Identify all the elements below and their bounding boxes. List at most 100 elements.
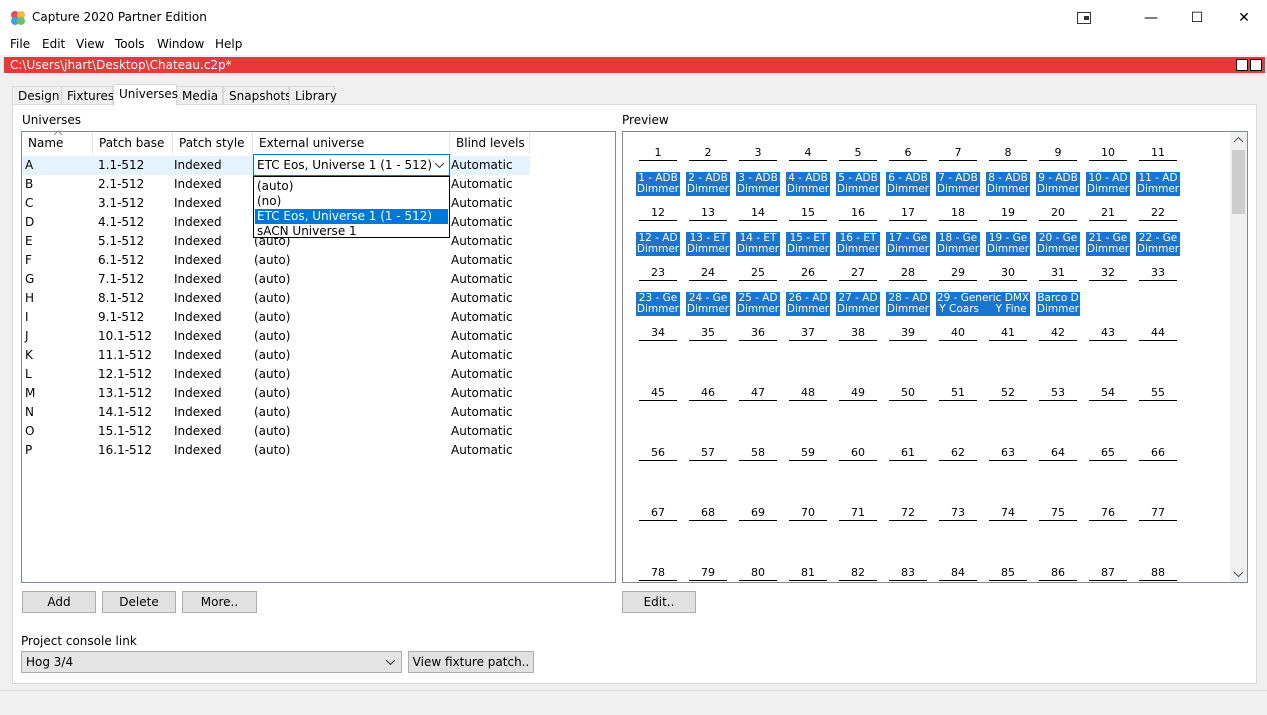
fixture-block[interactable]: 13 - ET Dimmer — [686, 232, 730, 256]
fixture-block[interactable]: 11 - AD Dimmer — [1136, 172, 1180, 196]
fixture-type: Dimmer — [886, 243, 930, 255]
menu-edit[interactable]: Edit — [42, 37, 65, 51]
table-row[interactable]: N 14.1-512 Indexed (auto) Automatic — [22, 403, 530, 422]
menu-tools[interactable]: Tools — [115, 37, 145, 51]
scroll-up-icon[interactable] — [1234, 137, 1243, 142]
fixture-block[interactable]: 10 - AD Dimmer — [1086, 172, 1130, 196]
fixture-block[interactable]: 15 - ET Dimmer — [786, 232, 830, 256]
fixture-block[interactable]: 22 - Ge Dimmer — [1136, 232, 1180, 256]
close-button[interactable]: ✕ — [1221, 0, 1267, 36]
cell-external-universe: (auto) — [254, 329, 291, 343]
fixture-block[interactable]: 20 - Ge Dimmer — [1036, 232, 1080, 256]
fixture-block[interactable]: 12 - AD Dimmer — [636, 232, 680, 256]
fixture-block[interactable]: 25 - AD Dimmer — [736, 292, 780, 316]
fixture-block[interactable]: 6 - ADB Dimmer — [886, 172, 930, 196]
view-fixture-patch-button[interactable]: View fixture patch.. — [408, 651, 534, 673]
fixture-type: Dimmer — [786, 183, 830, 195]
fixture-block[interactable]: 2 - ADB Dimmer — [686, 172, 730, 196]
table-row[interactable]: J 10.1-512 Indexed (auto) Automatic — [22, 327, 530, 346]
cell-patch-style: Indexed — [174, 291, 222, 305]
menu-view[interactable]: View — [76, 37, 104, 51]
column-header-blind-levels[interactable]: Blind levels — [450, 132, 530, 154]
option-auto[interactable]: (auto) — [255, 179, 448, 194]
menu-window[interactable]: Window — [157, 37, 204, 51]
add-button[interactable]: Add — [22, 591, 96, 613]
fixture-block[interactable]: 17 - Ge Dimmer — [886, 232, 930, 256]
cell-blind-levels: Automatic — [451, 234, 513, 248]
fixture-block[interactable]: 4 - ADB Dimmer — [786, 172, 830, 196]
table-row[interactable]: G 7.1-512 Indexed (auto) Automatic — [22, 270, 530, 289]
column-header-patch-base[interactable]: Patch base — [93, 132, 173, 154]
cell-name: G — [25, 272, 35, 286]
more-button[interactable]: More.. — [182, 591, 257, 613]
table-row[interactable]: M 13.1-512 Indexed (auto) Automatic — [22, 384, 530, 403]
fixture-block[interactable]: 5 - ADB Dimmer — [836, 172, 880, 196]
menu-help[interactable]: Help — [215, 37, 242, 51]
external-universe-options: (auto) (no) ETC Eos, Universe 1 (1 - 512… — [253, 176, 450, 238]
column-header-patch-style[interactable]: Patch style — [173, 132, 253, 154]
fixture-block[interactable]: 23 - Ge Dimmer — [636, 292, 680, 316]
table-row[interactable]: P 16.1-512 Indexed (auto) Automatic — [22, 441, 530, 460]
fixture-block[interactable]: 19 - Ge Dimmer — [986, 232, 1030, 256]
fixture-block[interactable]: 26 - AD Dimmer — [786, 292, 830, 316]
fixture-block[interactable]: 16 - ET Dimmer — [836, 232, 880, 256]
table-row[interactable]: O 15.1-512 Indexed (auto) Automatic — [22, 422, 530, 441]
fixture-block[interactable]: 7 - ADB Dimmer — [936, 172, 980, 196]
cell-external-universe: (auto) — [254, 405, 291, 419]
fixture-block[interactable]: 24 - Ge Dimmer — [686, 292, 730, 316]
cell-external-universe: (auto) — [254, 424, 291, 438]
table-row[interactable]: F 6.1-512 Indexed (auto) Automatic — [22, 251, 530, 270]
tab-snapshots[interactable]: Snapshots — [223, 86, 291, 105]
fixture-block[interactable]: 9 - ADB Dimmer — [1036, 172, 1080, 196]
external-universe-select[interactable]: ETC Eos, Universe 1 (1 - 512) — [253, 154, 450, 176]
fixture-type: Dimmer — [736, 243, 780, 255]
cell-name: E — [25, 234, 33, 248]
eject-icon[interactable] — [1250, 59, 1262, 71]
cell-patch-base: 11.1-512 — [98, 348, 152, 362]
tab-library[interactable]: Library — [289, 86, 337, 105]
pin-icon[interactable] — [1236, 59, 1248, 71]
cell-external-universe: (auto) — [254, 386, 291, 400]
maximize-button[interactable]: ☐ — [1174, 0, 1220, 36]
fixture-block[interactable]: 28 - AD Dimmer — [886, 292, 930, 316]
table-row[interactable]: K 11.1-512 Indexed (auto) Automatic — [22, 346, 530, 365]
fixture-type: Dimmer — [936, 183, 980, 195]
tab-fixtures[interactable]: Fixtures — [61, 86, 114, 105]
column-header-name[interactable]: Name — [22, 130, 93, 154]
fixture-type: Dimmer — [686, 303, 730, 315]
scrollbar-thumb[interactable] — [1232, 150, 1245, 214]
channel-number: 1 — [639, 147, 677, 161]
fixture-type: Dimmer — [1136, 243, 1180, 255]
tab-design[interactable]: Design — [12, 86, 62, 105]
option-etc-eos-universe-1[interactable]: ETC Eos, Universe 1 (1 - 512) — [255, 209, 448, 224]
option-sacn-universe-1[interactable]: sACN Universe 1 — [255, 224, 448, 239]
scroll-down-icon[interactable] — [1234, 572, 1243, 577]
menu-file[interactable]: File — [10, 37, 30, 51]
restore-layout-icon[interactable] — [1061, 0, 1107, 36]
column-header-external-universe[interactable]: External universe — [253, 132, 450, 154]
fixture-block[interactable]: 14 - ET Dimmer — [736, 232, 780, 256]
tab-media[interactable]: Media — [176, 86, 223, 105]
fixture-block[interactable]: 3 - ADB Dimmer — [736, 172, 780, 196]
minimize-button[interactable]: — — [1128, 0, 1174, 36]
preview-scrollbar[interactable] — [1230, 132, 1247, 582]
delete-button[interactable]: Delete — [102, 591, 176, 613]
channel-number: 74 — [989, 507, 1027, 521]
edit-button[interactable]: Edit.. — [622, 591, 696, 613]
option-no[interactable]: (no) — [255, 194, 448, 209]
channel-number: 46 — [689, 387, 727, 401]
fixture-block[interactable]: 18 - Ge Dimmer — [936, 232, 980, 256]
cell-patch-base: 3.1-512 — [98, 196, 145, 210]
fixture-block[interactable]: 29 - Generic DMX Y Coars Y Fine — [936, 292, 1030, 316]
fixture-block[interactable]: Barco D Dimmer — [1036, 292, 1080, 316]
channel-number: 75 — [1039, 507, 1077, 521]
table-row[interactable]: I 9.1-512 Indexed (auto) Automatic — [22, 308, 530, 327]
fixture-block[interactable]: 21 - Ge Dimmer — [1086, 232, 1130, 256]
fixture-block[interactable]: 8 - ADB Dimmer — [986, 172, 1030, 196]
table-row[interactable]: L 12.1-512 Indexed (auto) Automatic — [22, 365, 530, 384]
tab-universes[interactable]: Universes — [113, 84, 178, 106]
fixture-block[interactable]: 1 - ADB Dimmer — [636, 172, 680, 196]
console-link-select[interactable]: Hog 3/4 — [21, 651, 402, 673]
fixture-block[interactable]: 27 - AD Dimmer — [836, 292, 880, 316]
table-row[interactable]: H 8.1-512 Indexed (auto) Automatic — [22, 289, 530, 308]
